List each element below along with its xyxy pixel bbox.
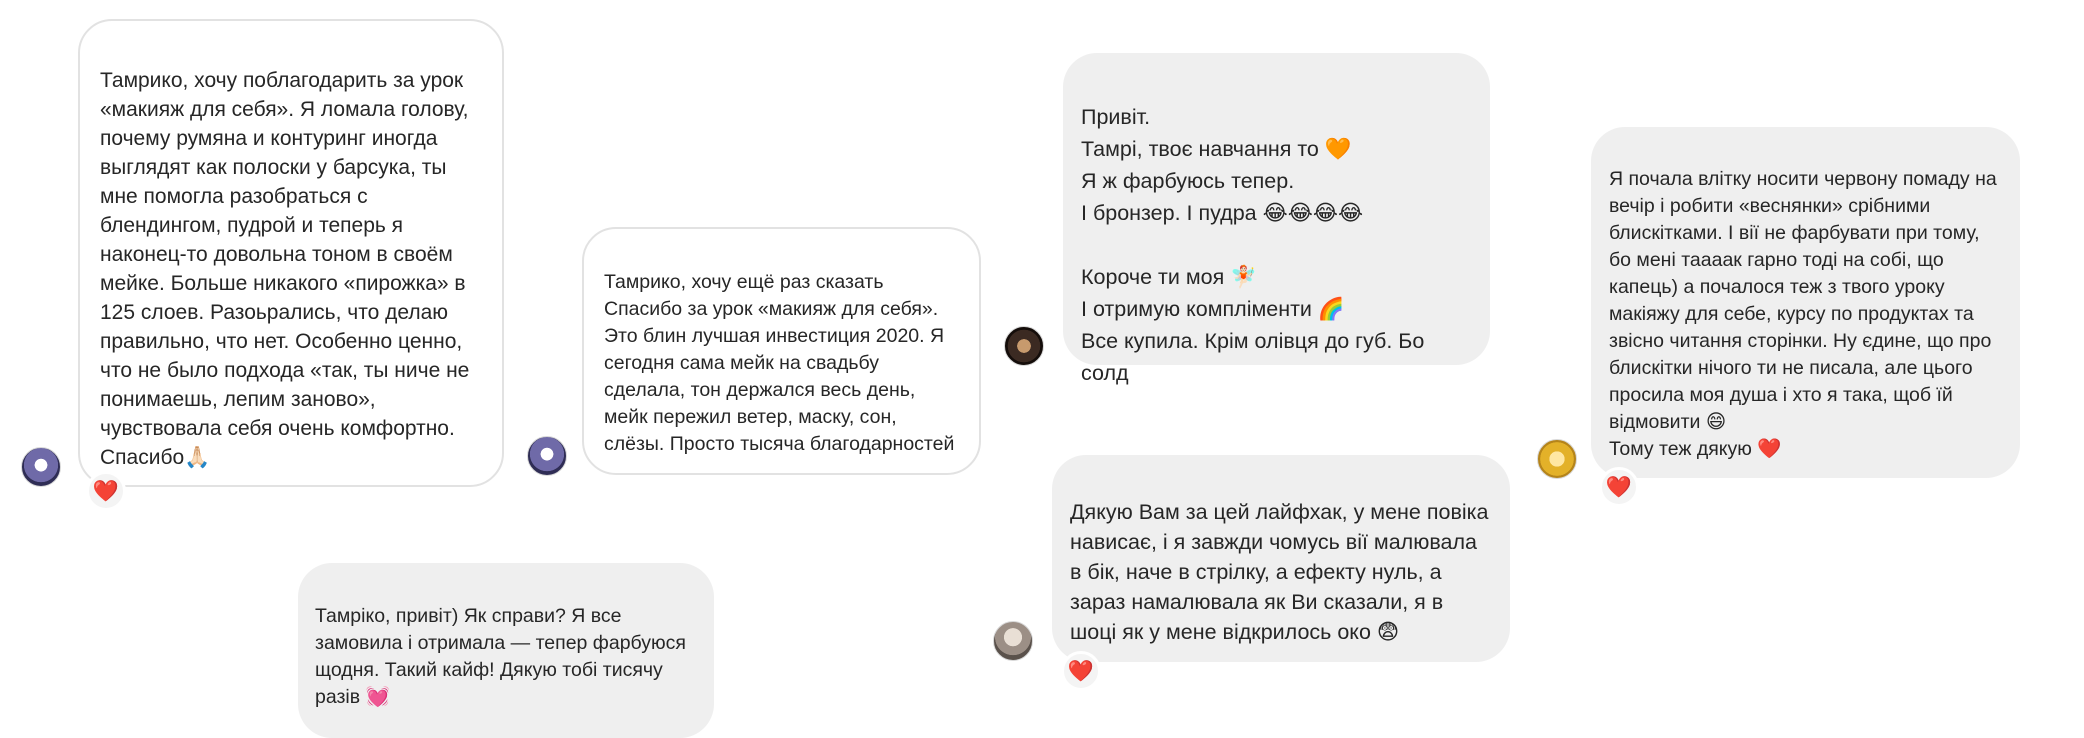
message-text-6: Я почала влітку носити червону помаду на…: [1609, 168, 1997, 460]
avatar-5[interactable]: [993, 621, 1033, 661]
message-text-2: Тамрико, хочу ещё раз сказать Спасибо за…: [604, 271, 955, 455]
reaction-heart-6[interactable]: ❤️: [1599, 467, 1639, 507]
message-bubble-5: Дякую Вам за цей лайфхак, у мене повіка …: [1052, 455, 1510, 662]
avatar-2[interactable]: [527, 436, 567, 476]
avatar-6[interactable]: [1537, 439, 1577, 479]
avatar-1[interactable]: [21, 447, 61, 487]
message-bubble-6: Я почала влітку носити червону помаду на…: [1591, 127, 2020, 478]
heart-icon: ❤️: [92, 479, 120, 503]
message-text-3: Тамріко, привіт) Як справи? Я все замови…: [315, 605, 686, 708]
message-text-4: Привіт. Тамрі, твоє навчання то 🧡 Я ж фа…: [1081, 105, 1425, 385]
avatar-4[interactable]: [1004, 326, 1044, 366]
message-bubble-1: Тамрико, хочу поблагодарить за урок «мак…: [78, 19, 504, 487]
heart-icon: ❤️: [1605, 475, 1633, 499]
message-text-5: Дякую Вам за цей лайфхак, у мене повіка …: [1070, 500, 1489, 644]
message-bubble-3: Тамріко, привіт) Як справи? Я все замови…: [298, 563, 714, 738]
message-bubble-2: Тамрико, хочу ещё раз сказать Спасибо за…: [582, 227, 981, 475]
message-text-1: Тамрико, хочу поблагодарить за урок «мак…: [100, 69, 470, 469]
message-bubble-4: Привіт. Тамрі, твоє навчання то 🧡 Я ж фа…: [1063, 53, 1490, 385]
reaction-heart-5[interactable]: ❤️: [1061, 651, 1101, 691]
heart-icon: ❤️: [1067, 659, 1095, 683]
reaction-heart-1[interactable]: ❤️: [86, 471, 126, 511]
